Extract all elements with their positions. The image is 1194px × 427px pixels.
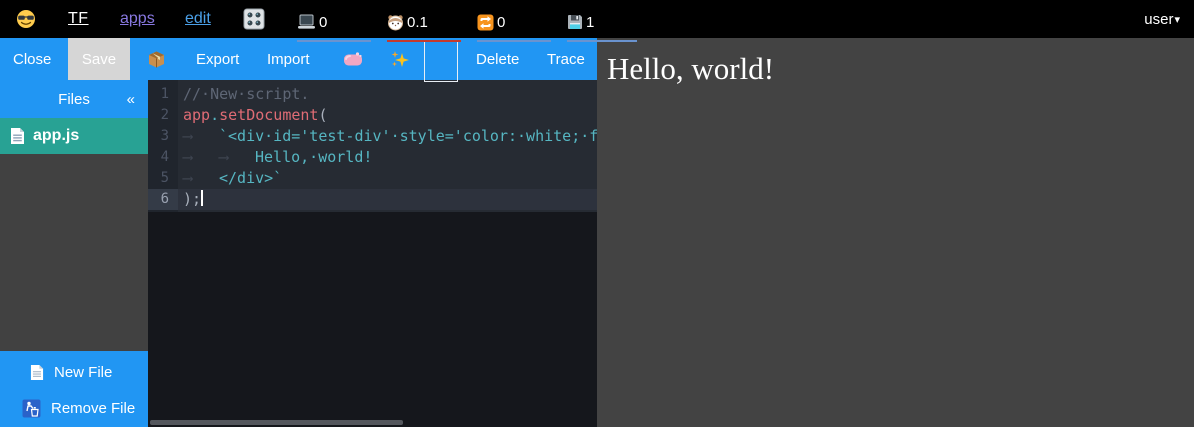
code-token: `<div·id='test-div'·style='color:·white;…: [219, 127, 597, 145]
code-token: .: [210, 106, 219, 124]
text-cursor: [201, 190, 203, 206]
line-number: 5: [148, 168, 178, 189]
user-menu[interactable]: user ▾: [1144, 0, 1180, 38]
floppy-icon: [567, 14, 583, 30]
usage-counter-value: 0.1: [407, 14, 428, 31]
document-icon: [10, 127, 25, 145]
litter-bin-icon: [22, 399, 41, 418]
code-line-3: 3 ⟶`<div·id='test-div'·style='color:·whi…: [148, 126, 597, 147]
code-editor[interactable]: 1 //·New·script. 2 app.setDocument( 3 ⟶`…: [148, 80, 597, 427]
laptop-icon: [297, 14, 316, 30]
save-counter-value: 1: [586, 14, 594, 31]
files-header-label: Files: [58, 91, 90, 108]
brand-link[interactable]: TF: [68, 0, 89, 38]
code-lines: 1 //·New·script. 2 app.setDocument( 3 ⟶`…: [148, 80, 597, 212]
package-icon[interactable]: [147, 38, 166, 80]
code-token: </div>`: [219, 169, 282, 187]
remove-file-label: Remove File: [51, 400, 135, 417]
document-preview-pane: Hello, world!: [597, 38, 1194, 427]
file-item-appjs[interactable]: app.js: [0, 118, 148, 154]
code-token: app: [183, 106, 210, 124]
line-number: 4: [148, 147, 178, 168]
import-button[interactable]: Import: [267, 38, 310, 80]
code-token: );: [183, 190, 201, 208]
line-number: 6: [148, 189, 178, 210]
editor-toolbar: Close Save Export Import Delete Trace: [0, 38, 597, 80]
remove-file-button[interactable]: Remove File: [0, 395, 148, 421]
files-sidebar: Files « app.js: [0, 80, 148, 427]
collapse-sidebar-button[interactable]: «: [127, 80, 135, 118]
sidebar-actions: New File Remove File: [0, 351, 148, 427]
new-file-button[interactable]: New File: [0, 359, 148, 385]
line-number: 3: [148, 126, 178, 147]
code-token: setDocument: [219, 106, 318, 124]
control-knobs-icon[interactable]: [243, 0, 265, 38]
line-number: 2: [148, 105, 178, 126]
repeat-counter-field[interactable]: 0: [477, 4, 551, 42]
chevron-down-icon: ▾: [1174, 13, 1180, 26]
empty-toolbar-slot[interactable]: [424, 40, 458, 82]
usage-counter-field[interactable]: 0.1: [387, 4, 461, 42]
cpu-counter-value: 0: [319, 14, 327, 31]
export-button[interactable]: Export: [196, 38, 239, 80]
tab-whitespace-icon: ⟶: [183, 126, 219, 147]
code-token: Hello,·world!: [255, 148, 372, 166]
code-token: //·New·script.: [183, 85, 309, 103]
code-line-1: 1 //·New·script.: [148, 84, 597, 105]
horizontal-scrollbar[interactable]: [150, 420, 403, 425]
tab-whitespace-icon: ⟶: [183, 147, 219, 168]
code-line-2: 2 app.setDocument(: [148, 105, 597, 126]
new-page-icon: [30, 364, 44, 381]
smiley-sunglasses-icon[interactable]: [16, 0, 36, 38]
apps-link[interactable]: apps: [120, 0, 155, 38]
tab-whitespace-icon: ⟶: [183, 168, 219, 189]
file-item-label: app.js: [33, 127, 79, 145]
close-button[interactable]: Close: [13, 38, 51, 80]
cpu-counter-field[interactable]: 0: [297, 4, 371, 42]
preview-hello-text: Hello, world!: [597, 38, 1194, 87]
edit-link[interactable]: edit: [185, 0, 211, 38]
line-number: 1: [148, 84, 178, 105]
code-line-5: 5 ⟶</div>`: [148, 168, 597, 189]
new-file-label: New File: [54, 364, 112, 381]
delete-button[interactable]: Delete: [476, 38, 519, 80]
hamster-icon: [387, 14, 404, 31]
save-button[interactable]: Save: [68, 38, 130, 80]
repeat-icon: [477, 14, 494, 31]
repeat-counter-value: 0: [497, 14, 505, 31]
code-token: (: [318, 106, 327, 124]
save-counter-field[interactable]: 1: [567, 4, 637, 42]
code-line-6-active: 6 );: [148, 189, 597, 210]
top-bar: TF apps edit 0: [0, 0, 1194, 38]
soap-icon[interactable]: [343, 38, 363, 80]
user-menu-label: user: [1144, 11, 1173, 28]
tab-whitespace-icon: ⟶: [219, 147, 255, 168]
files-header: Files «: [0, 80, 148, 118]
sparkles-icon[interactable]: [390, 38, 409, 80]
code-line-4: 4 ⟶⟶Hello,·world!: [148, 147, 597, 168]
trace-button[interactable]: Trace: [547, 38, 585, 80]
